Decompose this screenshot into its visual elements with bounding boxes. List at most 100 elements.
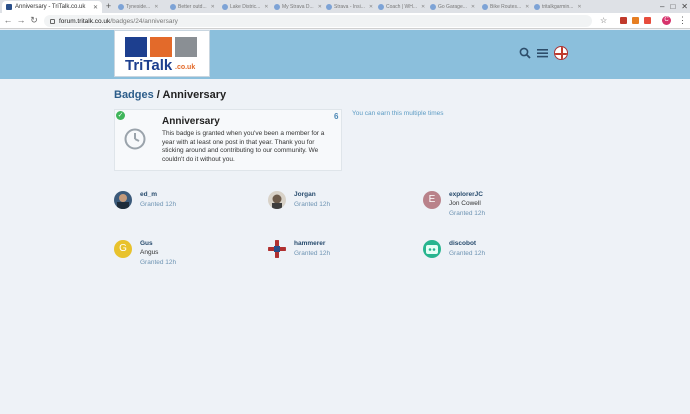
avatar-image xyxy=(272,194,282,209)
bookmark-star-icon[interactable]: ☆ xyxy=(600,16,607,25)
granted-check-icon: ✓ xyxy=(116,111,125,120)
browser-menu-icon[interactable]: ⋮ xyxy=(678,15,687,26)
granted-time[interactable]: Granted 12h xyxy=(449,250,485,257)
grantee-username[interactable]: ed_m xyxy=(140,191,157,198)
granted-time[interactable]: Granted 12h xyxy=(140,259,176,266)
tab-inactive[interactable]: Go Garage... ✕ xyxy=(430,2,475,12)
tab-favicon-icon xyxy=(482,4,488,10)
avatar[interactable]: G xyxy=(114,240,132,258)
close-tab-icon[interactable]: ✕ xyxy=(421,4,425,10)
tab-inactive[interactable]: Tyneside... ✕ xyxy=(118,2,158,12)
granted-time[interactable]: Granted 12h xyxy=(449,210,485,217)
close-tab-icon[interactable]: ✕ xyxy=(318,4,322,10)
url-path: /badges/24/anniversary xyxy=(110,17,178,25)
tab-inactive[interactable]: Bike Routes... ✕ xyxy=(482,2,529,12)
url-host: forum.tritalk.co.uk xyxy=(59,17,111,25)
user-avatar[interactable] xyxy=(554,46,568,60)
tab-label: Strava - Insi... xyxy=(334,4,365,10)
logo-text: TriTalk xyxy=(125,57,173,74)
granted-time[interactable]: Granted 12h xyxy=(140,201,176,208)
logo-bike-icon xyxy=(150,37,172,57)
browser-toolbar: ← → ↻ forum.tritalk.co.uk/badges/24/anni… xyxy=(0,13,690,29)
tab-favicon-icon xyxy=(274,4,280,10)
logo-run-icon xyxy=(175,37,197,57)
breadcrumb-separator: / xyxy=(153,89,163,101)
badge-title: Anniversary xyxy=(162,116,220,127)
hamburger-menu-icon[interactable] xyxy=(537,48,548,58)
robot-icon xyxy=(426,245,438,254)
close-tab-icon[interactable]: ✕ xyxy=(369,4,373,10)
new-tab-button[interactable]: + xyxy=(104,2,113,11)
reload-icon[interactable]: ↻ xyxy=(29,15,39,26)
tab-label: Tyneside... xyxy=(126,4,151,10)
granted-time[interactable]: Granted 12h xyxy=(294,201,330,208)
back-arrow-icon[interactable]: ← xyxy=(3,15,13,25)
maximize-icon[interactable]: □ xyxy=(670,2,675,11)
grantee-name: Jon Cowell xyxy=(449,200,481,207)
close-tab-icon[interactable]: ✕ xyxy=(471,4,475,10)
grantee-username[interactable]: hammerer xyxy=(294,240,325,247)
breadcrumb-badges-link[interactable]: Badges xyxy=(114,89,154,101)
tab-anniversary[interactable]: Anniversary - TriTalk.co.uk ✕ xyxy=(2,1,102,13)
grantee-username[interactable]: discobot xyxy=(449,240,476,247)
avatar[interactable]: E xyxy=(423,191,441,209)
tab-label: Bike Routes... xyxy=(490,4,522,10)
close-tab-icon[interactable]: ✕ xyxy=(577,4,581,10)
breadcrumb-current: Anniversary xyxy=(162,89,227,101)
browser-tab-strip: Anniversary - TriTalk.co.uk ✕ + Tyneside… xyxy=(0,0,690,13)
tab-inactive[interactable]: Better outd... ✕ xyxy=(170,2,215,12)
close-tab-icon[interactable]: ✕ xyxy=(525,4,529,10)
close-window-icon[interactable]: ✕ xyxy=(681,2,688,11)
granted-time[interactable]: Granted 12h xyxy=(294,250,330,257)
profile-avatar[interactable]: C xyxy=(662,16,671,25)
tab-favicon-icon xyxy=(326,4,332,10)
tab-favicon-icon xyxy=(222,4,228,10)
tab-label: tritalkgarmin... xyxy=(542,4,574,10)
grantee-username[interactable]: explorerJC xyxy=(449,191,483,198)
tab-favicon-icon xyxy=(430,4,436,10)
extension-icon[interactable] xyxy=(632,17,639,24)
logo-domain: .co.uk xyxy=(175,64,196,71)
lock-icon xyxy=(50,18,55,24)
close-tab-icon[interactable]: ✕ xyxy=(264,4,268,10)
tab-favicon-icon xyxy=(170,4,176,10)
tab-label: Better outd... xyxy=(178,4,207,10)
window-controls: – □ ✕ xyxy=(660,0,688,12)
avatar-image xyxy=(268,240,286,258)
tritalk-favicon-icon xyxy=(6,4,12,10)
site-header: TriTalk .co.uk xyxy=(0,30,690,79)
tab-label: Coach | WH... xyxy=(386,4,418,10)
logo-swim-icon xyxy=(125,37,147,57)
tab-inactive[interactable]: Lake Distric... ✕ xyxy=(222,2,269,12)
extension-icon[interactable] xyxy=(644,17,651,24)
tab-favicon-icon xyxy=(534,4,540,10)
grantee-name: Angus xyxy=(140,249,159,256)
site-logo[interactable]: TriTalk .co.uk xyxy=(114,30,210,77)
grantee-username[interactable]: Gus xyxy=(140,240,153,247)
tab-inactive[interactable]: tritalkgarmin... ✕ xyxy=(534,2,582,12)
address-bar[interactable]: forum.tritalk.co.uk/badges/24/anniversar… xyxy=(44,15,592,27)
tab-label: My Strava D... xyxy=(282,4,314,10)
tab-title: Anniversary - TriTalk.co.uk xyxy=(15,4,86,10)
extension-icon[interactable] xyxy=(620,17,627,24)
tab-favicon-icon xyxy=(378,4,384,10)
tab-inactive[interactable]: My Strava D... ✕ xyxy=(274,2,322,12)
grantee-username[interactable]: Jorgan xyxy=(294,191,316,198)
close-tab-icon[interactable]: ✕ xyxy=(154,4,158,10)
avatar[interactable] xyxy=(268,191,286,209)
tab-label: Lake Distric... xyxy=(230,4,261,10)
avatar[interactable] xyxy=(268,240,286,258)
breadcrumb: Badges / Anniversary xyxy=(114,89,226,101)
search-icon[interactable] xyxy=(519,47,531,59)
tab-inactive[interactable]: Strava - Insi... ✕ xyxy=(326,2,373,12)
forward-arrow-icon[interactable]: → xyxy=(16,15,26,25)
tab-label: Go Garage... xyxy=(438,4,467,10)
minimize-icon[interactable]: – xyxy=(660,2,664,11)
tab-inactive[interactable]: Coach | WH... ✕ xyxy=(378,2,425,12)
avatar[interactable] xyxy=(114,191,132,209)
badge-grant-count: 6 xyxy=(334,112,339,121)
close-tab-icon[interactable]: ✕ xyxy=(211,4,215,10)
avatar[interactable] xyxy=(423,240,441,258)
close-tab-icon[interactable]: ✕ xyxy=(93,4,98,11)
clock-icon xyxy=(124,128,146,150)
